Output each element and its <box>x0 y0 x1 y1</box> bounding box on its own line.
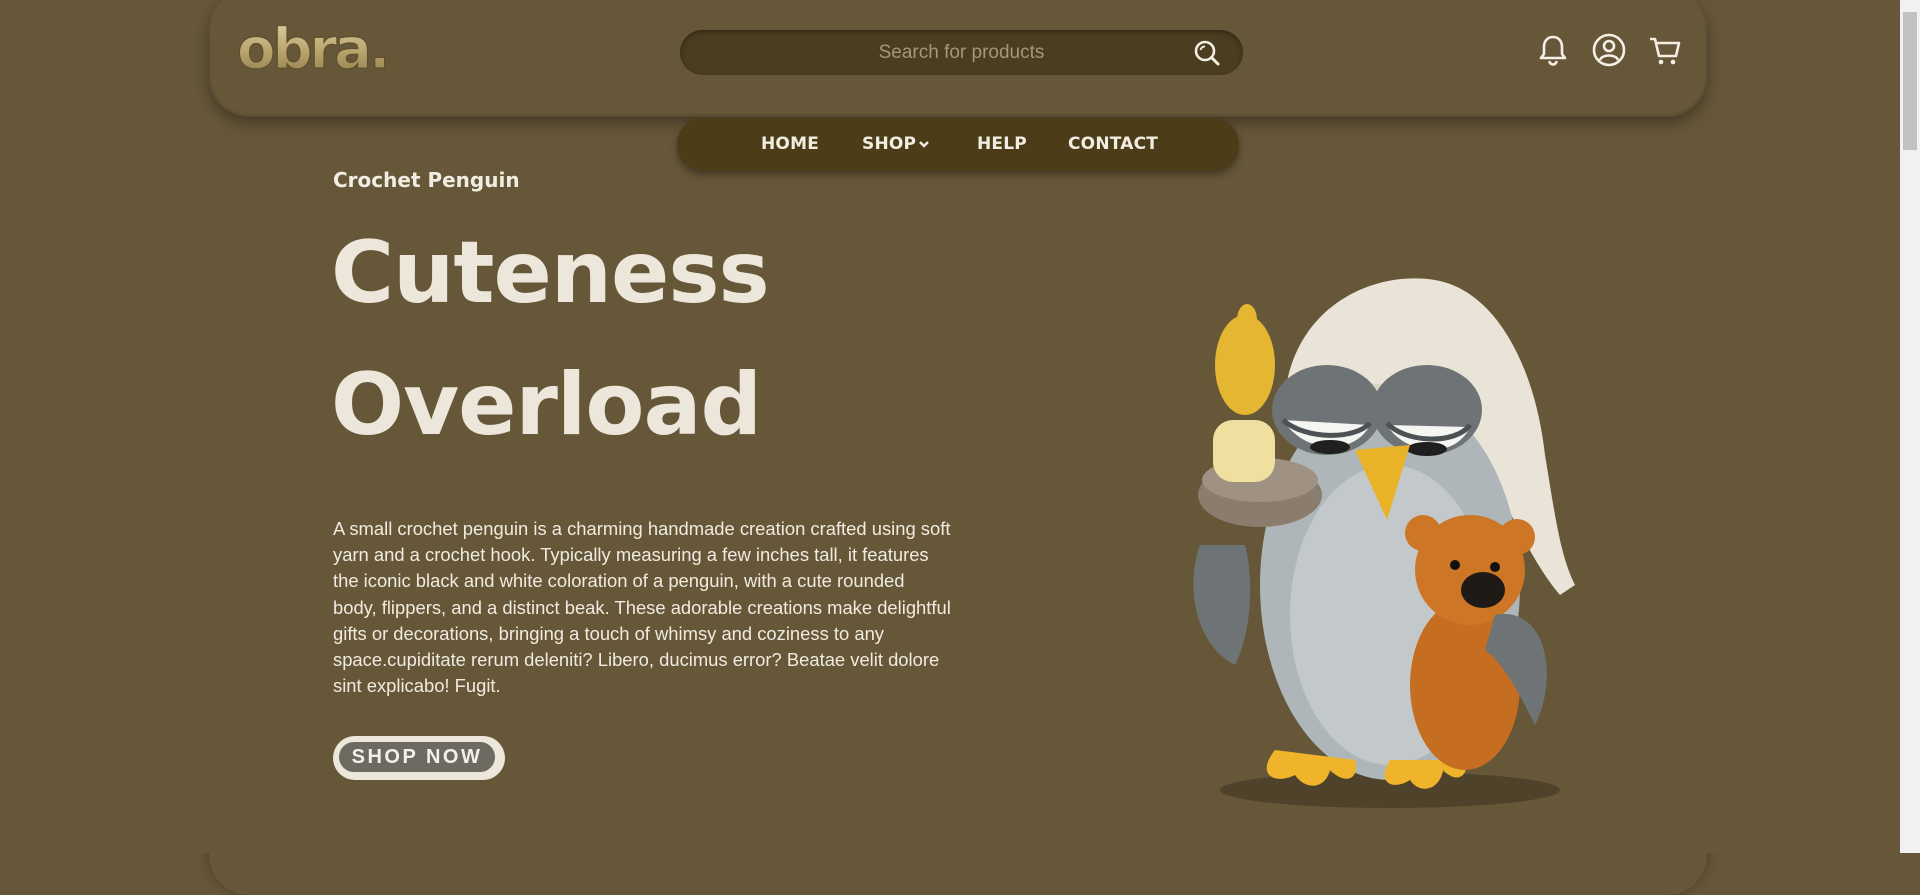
shop-now-button[interactable]: SHOP NOW <box>333 736 505 780</box>
cart-icon[interactable] <box>1647 32 1683 68</box>
logo[interactable]: obra. <box>235 18 400 78</box>
shop-now-label: SHOP NOW <box>337 740 497 774</box>
product-image <box>1193 278 1575 808</box>
hero-headline-line1: Cuteness <box>331 223 770 323</box>
site-header: obra. <box>209 0 1707 117</box>
search-bar <box>680 30 1243 75</box>
nav-contact[interactable]: CONTACT <box>1068 134 1158 154</box>
scrollbar-thumb[interactable] <box>1903 12 1917 150</box>
search-icon[interactable] <box>1193 39 1221 67</box>
header-actions <box>1535 32 1681 68</box>
nav-home[interactable]: HOME <box>761 134 819 154</box>
user-icon[interactable] <box>1591 32 1627 68</box>
nav-shop-label: SHOP <box>862 134 917 154</box>
bell-icon[interactable] <box>1535 32 1571 68</box>
page-scrollbar[interactable] <box>1900 0 1920 853</box>
search-input[interactable] <box>680 30 1243 75</box>
nav-shop[interactable]: SHOP <box>862 134 930 154</box>
chevron-down-icon <box>919 141 930 148</box>
hero-eyebrow: Crochet Penguin <box>333 168 520 192</box>
nav-help[interactable]: HELP <box>977 134 1027 154</box>
hero-headline-line2: Overload <box>331 355 762 455</box>
hero-description: A small crochet penguin is a charming ha… <box>333 518 951 697</box>
main-nav: HOME SHOP HELP CONTACT <box>677 118 1239 171</box>
logo-text: obra. <box>237 18 387 78</box>
